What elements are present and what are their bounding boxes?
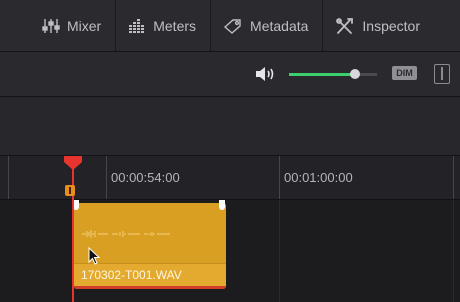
marker-flag-icon[interactable] bbox=[65, 185, 75, 196]
ruler-tick bbox=[106, 156, 107, 199]
mouse-cursor-icon bbox=[88, 247, 100, 265]
timecode-label: 00:01:00:00 bbox=[284, 170, 353, 185]
clip-bottom-edge bbox=[74, 286, 226, 289]
ruler-tick bbox=[453, 156, 454, 199]
meters-label: Meters bbox=[153, 17, 197, 34]
timecode-label: 00:00:54:00 bbox=[111, 170, 180, 185]
speaker-icon[interactable] bbox=[254, 64, 276, 84]
meters-button[interactable]: Meters bbox=[116, 0, 212, 51]
inspector-tools-icon bbox=[336, 17, 354, 34]
timeline-header-area bbox=[0, 97, 460, 156]
clip-right-trim-handle[interactable] bbox=[219, 200, 225, 210]
volume-slider[interactable] bbox=[289, 69, 377, 79]
grid-line bbox=[279, 200, 280, 302]
waveform-icon bbox=[82, 230, 170, 238]
panel-toggle-icon[interactable] bbox=[434, 64, 450, 84]
metadata-button[interactable]: Metadata bbox=[211, 0, 324, 51]
mixer-label: Mixer bbox=[67, 17, 102, 34]
grid-line bbox=[453, 200, 454, 302]
top-toolbar: Mixer Meters Metadata Inspector bbox=[0, 0, 460, 52]
metadata-label: Metadata bbox=[250, 17, 309, 34]
volume-slider-knob[interactable] bbox=[350, 69, 360, 79]
audio-track[interactable] bbox=[0, 200, 460, 302]
meters-icon bbox=[129, 18, 145, 33]
timeline-window: Mixer Meters Metadata Inspector DIM 00:0… bbox=[0, 0, 460, 302]
mixer-icon bbox=[42, 18, 60, 33]
metadata-tag-icon bbox=[223, 18, 241, 34]
ruler-tick bbox=[279, 156, 280, 199]
volume-slider-fill bbox=[289, 73, 355, 76]
inspector-label: Inspector bbox=[362, 17, 420, 34]
mixer-button[interactable]: Mixer bbox=[0, 0, 117, 51]
monitoring-controls: DIM bbox=[0, 52, 460, 97]
dim-button[interactable]: DIM bbox=[392, 66, 417, 80]
audio-clip[interactable]: 170302-T001.WAV bbox=[74, 203, 226, 289]
inspector-button[interactable]: Inspector bbox=[323, 0, 434, 51]
playhead-handle-icon[interactable] bbox=[63, 156, 83, 170]
ruler-tick bbox=[8, 156, 9, 199]
clip-name: 170302-T001.WAV bbox=[81, 268, 182, 282]
